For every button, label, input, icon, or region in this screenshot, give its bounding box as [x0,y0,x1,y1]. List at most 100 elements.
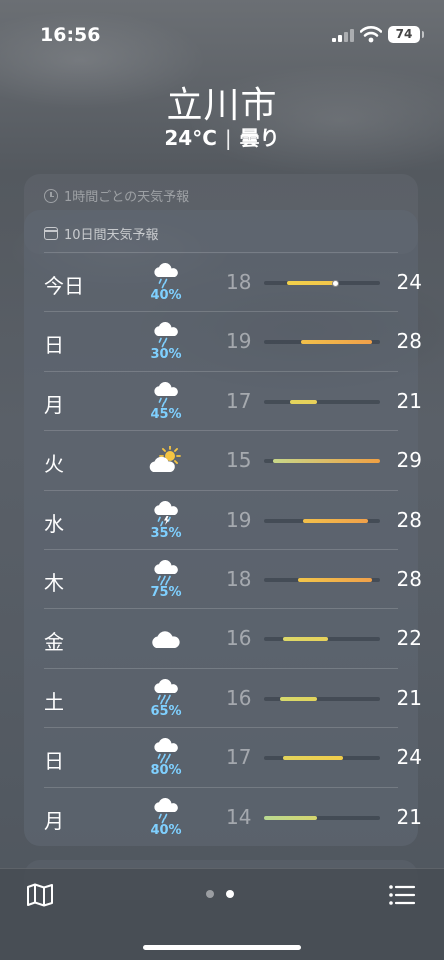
daily-card-title: 10日間天気予報 [64,228,159,243]
page-dot[interactable] [206,890,214,898]
page-dot-active[interactable] [226,890,234,898]
temp-range-bar [264,756,380,761]
row-divider [44,608,398,610]
clock-icon [44,188,58,203]
low-temp: 19 [226,507,252,532]
daily-card-header: 10日間天気予報 [44,224,159,243]
precipitation-chance: 75% [150,585,182,600]
high-temp: 24 [396,745,422,770]
precipitation-chance: 65% [150,703,182,719]
hourly-card-header: 1時間ごとの天気予報 [44,186,189,205]
cloud-bolt-rain-icon: 35% [148,498,184,540]
cloud-rain-icon: 40% [148,795,184,837]
temp-range-bar [264,340,380,345]
precipitation-chance: 40% [150,288,182,303]
forecast-row[interactable]: 土 65% 16 21 [44,667,422,727]
low-temp: 17 [226,388,252,413]
wifi-icon [360,26,382,43]
temp-range-bar [264,459,380,464]
cloud-rain-icon: 45% [148,379,184,421]
city-name: 立川市 [166,85,278,126]
forecast-row[interactable]: 月 40% 14 21 [44,786,422,846]
row-divider [44,489,398,491]
cellular-signal-icon [332,29,354,42]
high-temp: 21 [396,685,422,710]
precipitation-chance: 35% [150,525,182,541]
temp-range-bar [264,815,380,820]
temp-range-fill [282,637,328,642]
cloud-rain-icon: 40% [148,260,184,302]
forecast-day: 土 [44,689,64,714]
current-conditions: 24°C | 曇り [0,122,444,151]
bottom-toolbar [0,868,444,960]
forecast-day: 金 [44,630,64,655]
forecast-day: 木 [44,571,64,595]
forecast-row[interactable]: 木 75% 18 28 [44,549,422,608]
forecast-row[interactable]: 水 35% 19 28 [44,489,422,549]
high-temp: 28 [396,567,422,591]
forecast-row[interactable]: 今日 40% 18 24 [44,252,422,311]
home-indicator [143,945,301,950]
separator: | [224,126,232,150]
low-temp: 14 [226,804,252,829]
row-divider [44,311,398,313]
current-condition: 曇り [239,126,280,150]
low-temp: 15 [226,448,252,473]
page-indicator[interactable] [206,890,234,898]
forecast-day: 今日 [44,274,84,298]
high-temp: 24 [396,270,422,294]
forecast-day: 日 [44,749,64,774]
forecast-day: 日 [44,333,64,358]
hourly-card-title: 1時間ごとの天気予報 [64,190,190,205]
high-temp: 22 [396,626,422,651]
high-temp: 28 [396,329,422,354]
temp-range-fill [280,696,318,701]
low-temp: 18 [226,270,252,294]
temp-range-fill [264,815,318,820]
forecast-row[interactable]: 金 16 22 [44,608,422,667]
temp-range-bar [264,637,380,642]
current-temperature: 24°C [164,126,217,150]
list-icon[interactable] [388,883,416,907]
low-temp: 17 [226,745,252,770]
temp-range-fill [287,281,336,285]
forecast-row[interactable]: 日 30% 19 28 [44,311,422,370]
row-divider [44,430,398,432]
row-divider [44,727,398,729]
temp-range-bar [264,279,380,287]
status-time: 16:56 [40,24,101,46]
cloud-heavy-rain-icon: 65% [148,676,184,718]
forecast-day: 月 [44,392,64,417]
cloud-heavy-rain-icon: 75% [148,557,184,599]
precipitation-chance: 45% [150,406,182,422]
row-divider [44,549,398,550]
low-temp: 19 [226,329,252,354]
temp-range-bar [264,518,380,523]
cloud-icon [148,616,184,652]
temp-range-fill [282,756,343,761]
current-temp-dot [332,279,340,287]
forecast-row[interactable]: 日 80% 17 24 [44,727,422,786]
ten-day-forecast-card[interactable]: 10日間天気予報 今日 40% 18 24 日 30% 19 28 月 45% … [24,210,422,846]
high-temp: 29 [396,448,422,473]
high-temp: 21 [396,388,422,413]
low-temp: 16 [226,626,252,651]
forecast-day: 水 [44,511,64,536]
cloud-rain-icon: 30% [148,319,184,361]
temp-range-bar [264,578,380,582]
low-temp: 18 [226,567,252,591]
row-divider [44,252,398,253]
forecast-row[interactable]: 月 45% 17 21 [44,370,422,430]
row-divider [44,786,398,788]
calendar-icon [44,227,58,240]
temp-range-fill [289,399,318,404]
forecast-day: 月 [44,808,64,833]
battery-icon: 74 [388,26,424,43]
forecast-row[interactable]: 火 15 29 [44,430,422,489]
forecast-day: 火 [44,452,64,477]
temp-range-fill [297,578,372,582]
precipitation-chance: 40% [150,822,182,838]
low-temp: 16 [226,685,252,710]
map-icon[interactable] [26,883,54,907]
status-bar: 16:56 74 [0,0,444,60]
